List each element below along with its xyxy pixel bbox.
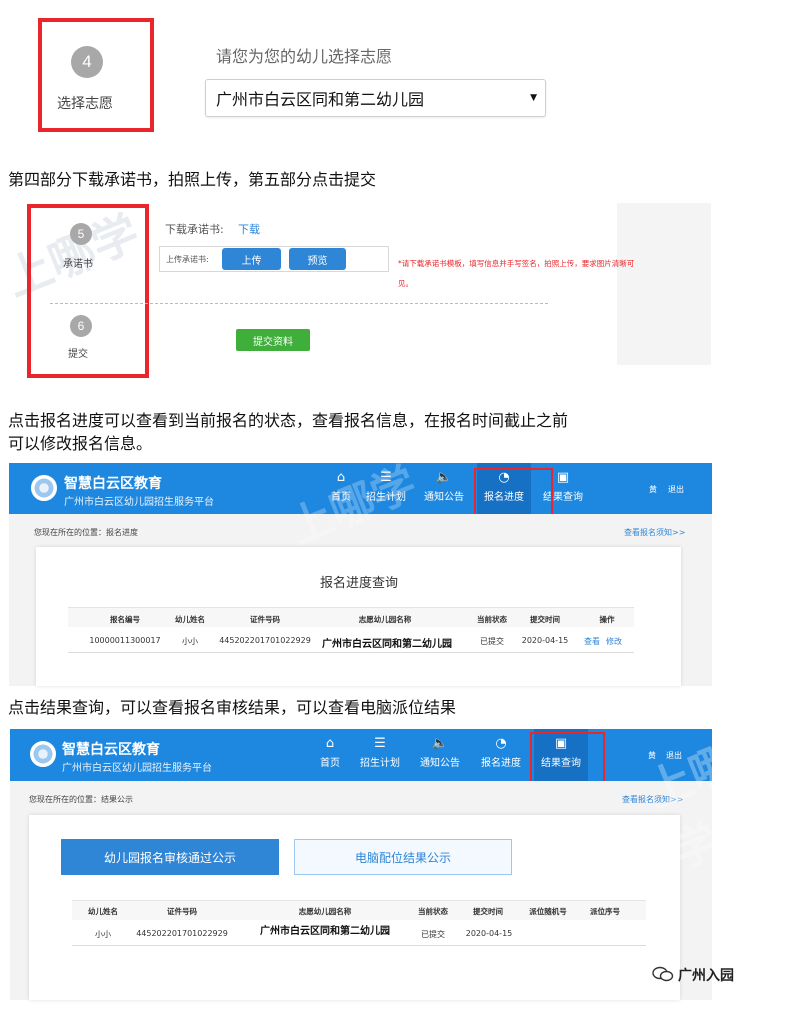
td-progress-time: 2020-04-15 (521, 636, 569, 645)
nav-home-label: 首页 (320, 758, 340, 769)
tab-lottery-public[interactable]: 电脑配位结果公示 (294, 839, 512, 875)
download-link[interactable]: 下载 (238, 221, 260, 237)
nav-home-label: 首页 (331, 492, 351, 503)
nav-plan-label: 招生计划 (366, 492, 406, 503)
th-progress-2: 证件号码 (250, 615, 280, 624)
list-icon: ☰ (374, 736, 386, 751)
th-result-3: 当前状态 (418, 907, 448, 916)
upload-note-line2: 见。 (398, 279, 413, 288)
wechat-icon (652, 966, 674, 982)
caption-result: 点击结果查询，可以查看报名审核结果，可以查看电脑派位结果 (8, 698, 457, 717)
result-row-line (72, 945, 646, 946)
speaker-icon: 🔈 (431, 736, 449, 751)
td-result-status: 已提交 (421, 930, 445, 939)
step-6-label: 提交 (68, 349, 88, 360)
site-title: 智慧白云区教育 (64, 476, 162, 492)
home-icon: ⌂ (325, 736, 335, 751)
school-select-value: 广州市白云区同和第二幼儿园 (216, 90, 425, 109)
divider (50, 303, 548, 304)
step-4-label: 选择志愿 (57, 96, 113, 112)
nav-notice[interactable]: 🔈 通知公告 (417, 470, 471, 504)
caption-step4-5: 第四部分下载承诺书，拍照上传，第五部分点击提交 (8, 170, 377, 189)
td-progress-status: 已提交 (480, 637, 504, 646)
site-subtitle: 广州市白云区幼儿园招生服务平台 (62, 763, 212, 774)
edu-logo-icon (31, 475, 57, 501)
nav-plan[interactable]: ☰ 招生计划 (359, 470, 413, 504)
edit-link[interactable]: 修改 (603, 636, 625, 647)
td-result-name: 小小 (95, 930, 111, 939)
th-result-6: 派位序号 (590, 907, 620, 916)
upload-note-line1: *请下载承诺书模板，填写信息并手写签名，拍照上传，要求图片清晰可 (398, 259, 635, 268)
th-progress-0: 报名编号 (110, 615, 140, 624)
step-6-badge: 6 (70, 315, 92, 337)
th-result-4: 提交时间 (473, 907, 503, 916)
th-result-5: 派位随机号 (529, 907, 567, 916)
speaker-icon: 🔈 (435, 470, 453, 485)
view-link[interactable]: 查看 (581, 636, 603, 647)
breadcrumb-progress: 您现在所在的位置：报名进度 (34, 528, 138, 537)
choice-prompt: 请您为您的幼儿选择志愿 (216, 47, 393, 66)
notice-link-result[interactable]: 查看报名须知>> (622, 794, 683, 805)
td-progress-cert: 445202201701022929 (219, 636, 311, 645)
th-progress-6: 操作 (599, 615, 615, 624)
breadcrumb-result: 您现在所在的位置：结果公示 (29, 795, 133, 804)
nav-notice-label: 通知公告 (424, 492, 464, 503)
td-progress-id: 10000011300017 (89, 636, 161, 645)
th-progress-5: 提交时间 (530, 615, 560, 624)
chevron-down-icon: ▼ (530, 93, 537, 103)
notice-link-progress[interactable]: 查看报名须知>> (624, 527, 685, 538)
edu-logo-icon (30, 741, 56, 767)
logout-link[interactable]: 退出 (666, 750, 682, 761)
nav-home[interactable]: ⌂ 首页 (303, 736, 357, 770)
th-progress-3: 志愿幼儿园名称 (358, 615, 412, 624)
site-title: 智慧白云区教育 (62, 742, 160, 758)
td-result-school: 广州市白云区同和第二幼儿园 (260, 926, 390, 937)
th-result-1: 证件号码 (167, 907, 197, 916)
th-progress-4: 当前状态 (477, 615, 507, 624)
caption-progress-line2: 可以修改报名信息。 (8, 434, 153, 453)
school-select[interactable]: 广州市白云区同和第二幼儿园 ▼ (205, 79, 546, 117)
top-navbar-progress: 智慧白云区教育 广州市白云区幼儿园招生服务平台 ⌂ 首页 ☰ 招生计划 🔈 通知公告 … (9, 463, 712, 514)
upload-button[interactable]: 上传 (222, 248, 281, 270)
td-result-cert: 445202201701022929 (136, 929, 228, 938)
td-result-time: 2020-04-15 (465, 929, 513, 938)
upload-label: 上传承诺书: (166, 255, 209, 264)
submit-button[interactable]: 提交资料 (236, 329, 310, 351)
user-name: 黄 (649, 485, 657, 494)
step-4-badge: 4 (71, 46, 103, 78)
site-subtitle: 广州市白云区幼儿园招生服务平台 (64, 497, 214, 508)
td-progress-name: 小小 (182, 637, 198, 646)
footer-brand: 广州入园 (678, 968, 734, 984)
user-name: 黄 (648, 751, 656, 760)
th-result-2: 志愿幼儿园名称 (298, 907, 352, 916)
nav-notice-label: 通知公告 (420, 758, 460, 769)
step-5-label: 承诺书 (63, 259, 93, 270)
th-result-0: 幼儿姓名 (88, 907, 118, 916)
step-5-badge: 5 (70, 223, 92, 245)
th-progress-1: 幼儿姓名 (175, 615, 205, 624)
download-label: 下载承诺书: (165, 223, 224, 236)
upload-note: *请下载承诺书模板，填写信息并手写签名，拍照上传，要求图片清晰可 见。 (398, 254, 684, 294)
td-progress-school: 广州市白云区同和第二幼儿园 (322, 639, 452, 650)
logout-link[interactable]: 退出 (668, 484, 684, 495)
caption-progress-line1: 点击报名进度可以查看到当前报名的状态，查看报名信息，在报名时间截止之前 (8, 411, 569, 430)
tab-audit-public[interactable]: 幼儿园报名审核通过公示 (61, 839, 279, 875)
nav-progress[interactable]: ◔ 报名进度 (474, 736, 528, 770)
pie-chart-icon: ◔ (495, 736, 507, 751)
preview-button[interactable]: 预览 (289, 248, 346, 270)
nav-notice[interactable]: 🔈 通知公告 (413, 736, 467, 770)
nav-plan[interactable]: ☰ 招生计划 (353, 736, 407, 770)
list-icon: ☰ (380, 470, 392, 485)
progress-heading: 报名进度查询 (320, 576, 399, 591)
progress-row-line (68, 652, 634, 653)
nav-progress-label: 报名进度 (481, 758, 521, 769)
top-navbar-result: 智慧白云区教育 广州市白云区幼儿园招生服务平台 ⌂ 首页 ☰ 招生计划 🔈 通知公告 … (10, 729, 712, 781)
nav-plan-label: 招生计划 (360, 758, 400, 769)
